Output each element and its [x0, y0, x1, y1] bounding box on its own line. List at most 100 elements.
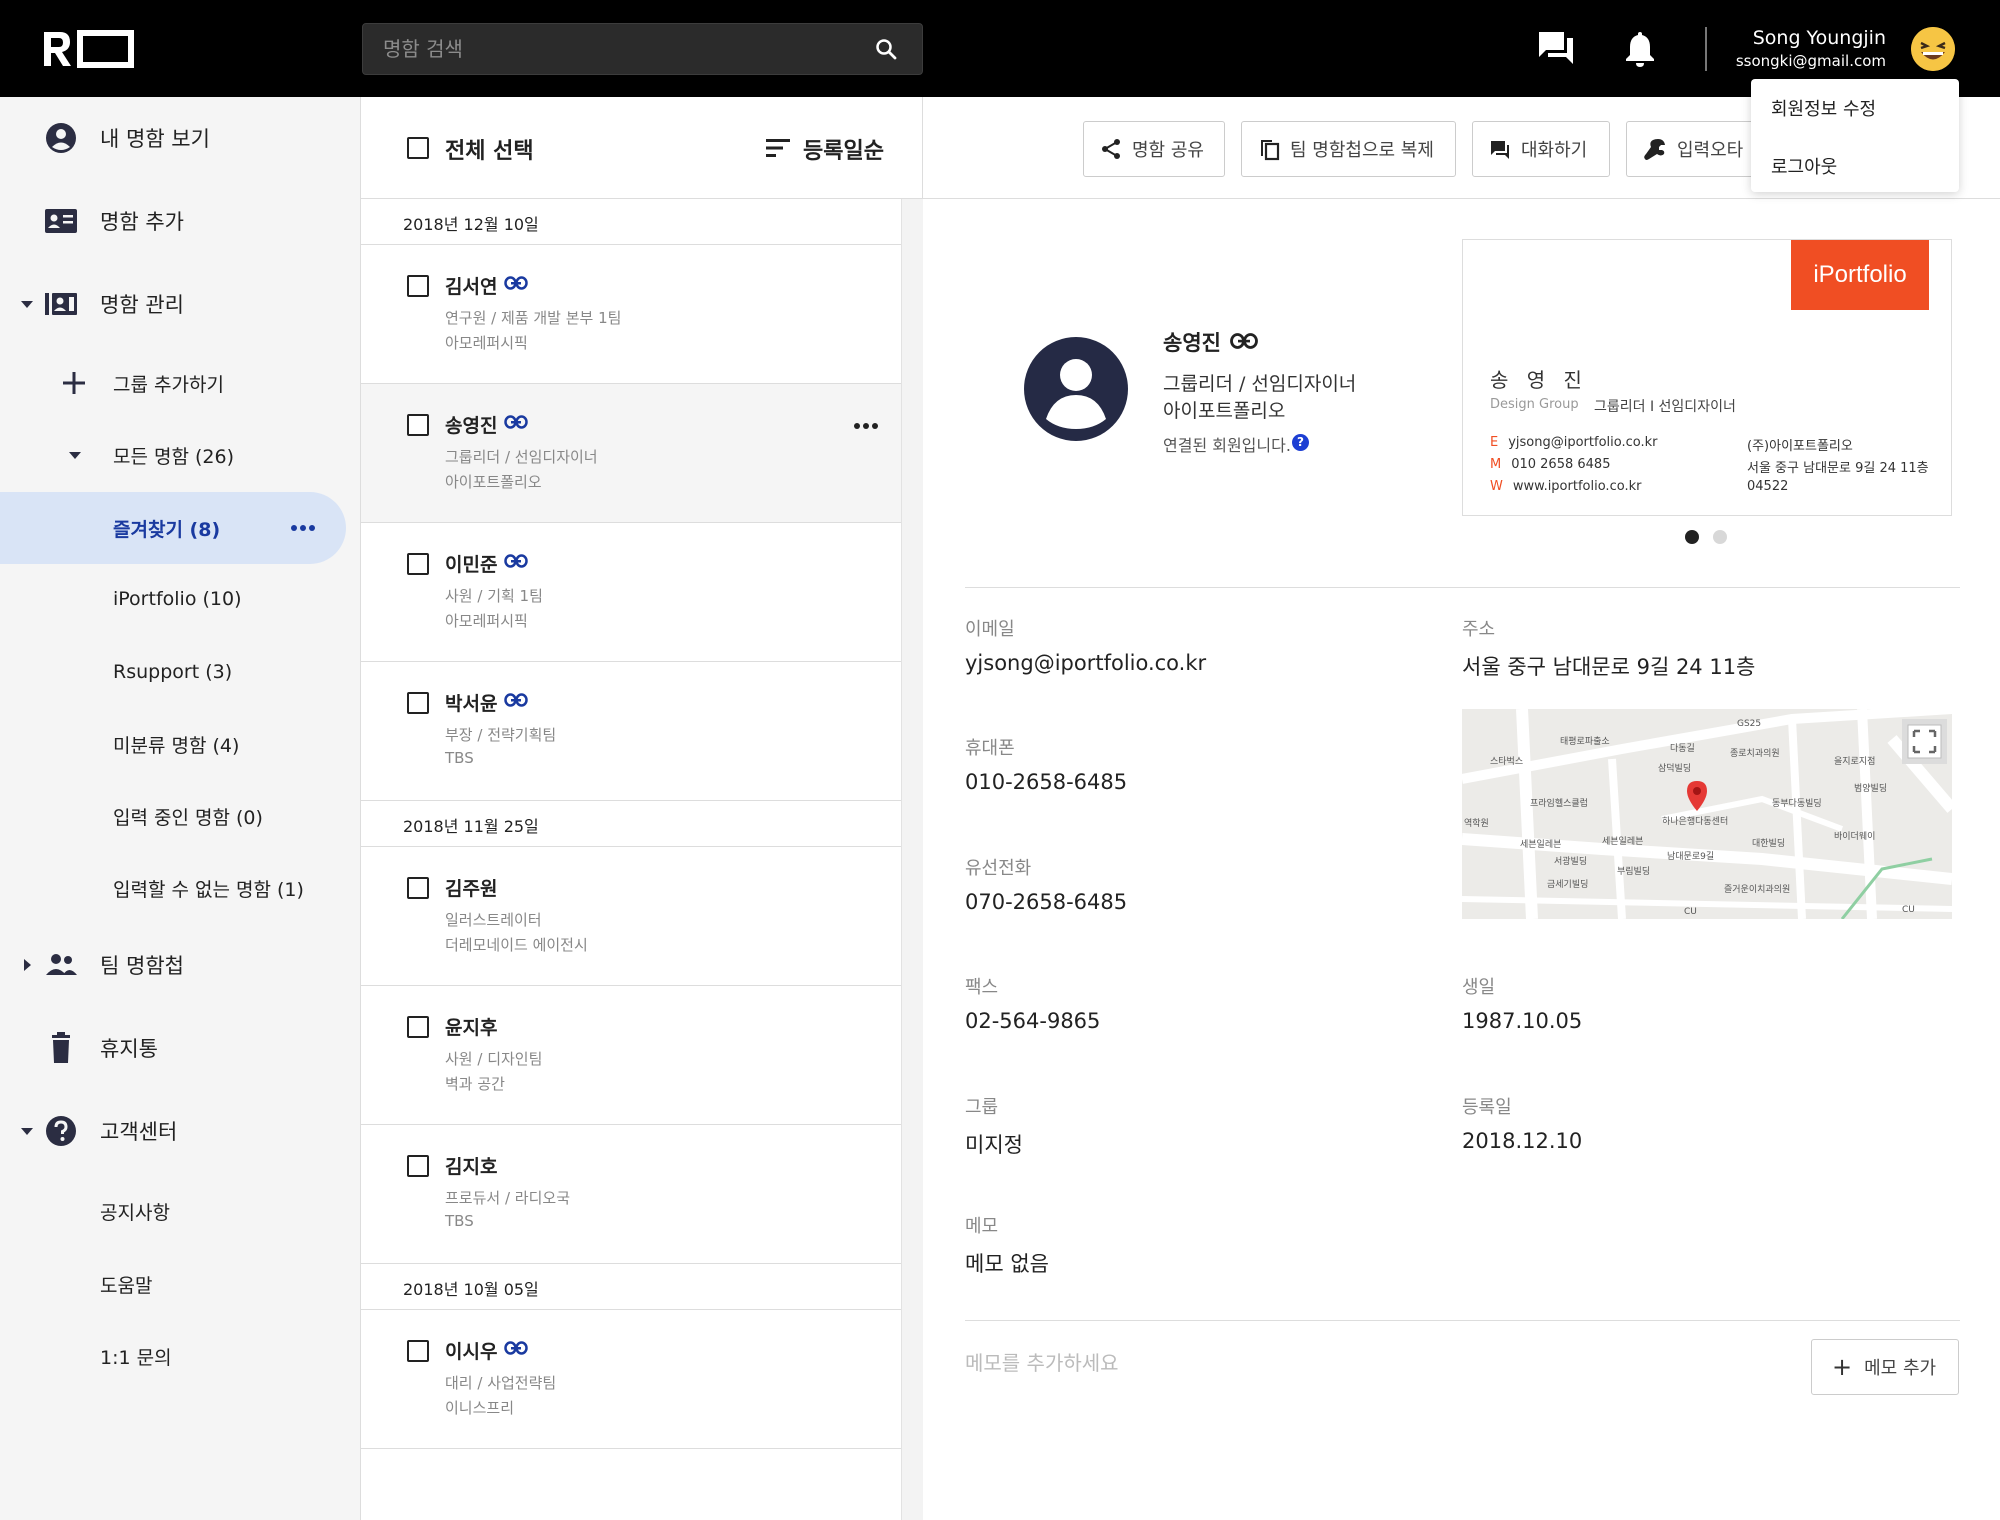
list-item[interactable]: 김서연 연구원 / 제품 개발 본부 1팀 아모레퍼시픽 [361, 245, 901, 384]
phone-label: 유선전화 [965, 858, 1032, 879]
contact-company: 더레모네이드 에이전시 [445, 936, 588, 954]
search-input[interactable] [383, 24, 863, 74]
sidebar-item-team[interactable]: 팀 명함첩 [0, 935, 360, 995]
avatar-emoji-icon[interactable] [1911, 27, 1955, 71]
app-logo-icon[interactable] [42, 30, 134, 68]
sidebar-item-inquiry[interactable]: 1:1 문의 [0, 1326, 360, 1386]
sort-icon[interactable] [764, 137, 792, 159]
caret-right-icon[interactable] [20, 958, 34, 972]
item-checkbox[interactable] [407, 692, 429, 714]
contact-company: TBS [445, 1212, 474, 1230]
user-name[interactable]: Song Youngjin [1753, 27, 1886, 49]
list-item[interactable]: 김주원 일러스트레이터 더레모네이드 에이전시 [361, 847, 901, 986]
sidebar-item-add-card[interactable]: 명함 추가 [0, 191, 360, 251]
team-people-icon [46, 954, 77, 975]
map-label: 종로치과의원 [1730, 747, 1780, 759]
sidebar-item-all-cards[interactable]: 모든 명함 (26) [0, 425, 360, 485]
address-map[interactable]: 태평로파출소 다동길 GS25 스타벅스 삼덕빌딩 종로치과의원 을지로지점 프… [1462, 709, 1952, 919]
sidebar-item-label: 1:1 문의 [100, 1346, 172, 1369]
divider [965, 587, 1960, 588]
map-label: 하나은행다동센터 [1662, 815, 1728, 827]
fax-value[interactable]: 02-564-9865 [965, 1009, 1100, 1033]
item-checkbox[interactable] [407, 275, 429, 297]
contact-company: 벽과 공간 [445, 1075, 505, 1093]
add-memo-button[interactable]: + 메모 추가 [1811, 1339, 1959, 1395]
map-graphic: 태평로파출소 다동길 GS25 스타벅스 삼덕빌딩 종로치과의원 을지로지점 프… [1462, 709, 1952, 919]
item-checkbox[interactable] [407, 1016, 429, 1038]
contact-name: 김주원 [445, 878, 498, 900]
regdate-value: 2018.12.10 [1462, 1129, 1583, 1153]
help-question-icon[interactable]: ? [1292, 434, 1309, 451]
more-options-icon[interactable] [290, 524, 316, 532]
email-value[interactable]: yjsong@iportfolio.co.kr [965, 651, 1206, 675]
item-checkbox[interactable] [407, 877, 429, 899]
caret-down-icon[interactable] [20, 297, 34, 311]
mobile-value[interactable]: 010-2658-6485 [965, 770, 1127, 794]
sidebar-item-group[interactable]: 입력 중인 명함 (0) [0, 786, 360, 846]
email-label: 이메일 [965, 619, 1015, 640]
search-icon[interactable] [874, 37, 898, 61]
map-label: 스타벅스 [1490, 756, 1523, 767]
list-item-selected[interactable]: 송영진 그룹리더 / 선임디자이너 아이포트폴리오 [361, 384, 901, 523]
business-card-image[interactable]: iPortfolio 송 영 진 Design Group 그룹리더 I 선임디… [1462, 239, 1952, 516]
sidebar-item-add-group[interactable]: 그룹 추가하기 [0, 353, 360, 413]
item-checkbox[interactable] [407, 553, 429, 575]
sidebar-item-label: 모든 명함 (26) [113, 445, 235, 468]
sort-label[interactable]: 등록일순 [803, 133, 884, 165]
sidebar-item-manage[interactable]: 명함 관리 [0, 274, 360, 334]
caret-down-icon[interactable] [68, 448, 82, 462]
report-typo-button[interactable]: 입력오타 [1626, 121, 1766, 177]
item-checkbox[interactable] [407, 414, 429, 436]
map-label: 부림빌딩 [1617, 865, 1650, 877]
sidebar-item-label: 명함 관리 [100, 293, 184, 317]
list-item[interactable]: 윤지후 사원 / 디자인팀 벽과 공간 [361, 986, 901, 1125]
sidebar-item-label: 명함 추가 [100, 210, 184, 234]
list-item[interactable]: 박서윤 부장 / 전략기획팀 TBS [361, 662, 901, 801]
contact-role: 연구원 / 제품 개발 본부 1팀 [445, 309, 622, 327]
list-scrollbar[interactable] [901, 199, 923, 1520]
profile-company: 아이포트폴리오 [1163, 400, 1286, 422]
caret-down-icon[interactable] [20, 1124, 34, 1138]
address-value[interactable]: 서울 중구 남대문로 9길 24 11층 [1462, 651, 1755, 681]
map-label: 을지로지점 [1834, 755, 1875, 767]
list-item[interactable]: 이시우 대리 / 사업전략팀 이니스프리 [361, 1310, 901, 1449]
contact-role: 그룹리더 / 선임디자이너 [445, 448, 598, 466]
sidebar-item-group[interactable]: 미분류 명함 (4) [0, 714, 360, 774]
sidebar-item-notice[interactable]: 공지사항 [0, 1181, 360, 1241]
chat-icon[interactable] [1536, 28, 1576, 68]
list-item[interactable]: 김지호 프로듀서 / 라디오국 TBS [361, 1125, 901, 1264]
sidebar-item-favorites[interactable]: 즐겨찾기 (8) [0, 492, 346, 564]
item-checkbox[interactable] [407, 1155, 429, 1177]
memo-input[interactable] [965, 1343, 1665, 1383]
logout-menu-item[interactable]: 로그아웃 [1771, 153, 1837, 179]
item-checkbox[interactable] [407, 1340, 429, 1362]
list-item[interactable]: 이민준 사원 / 기획 1팀 아모레퍼시픽 [361, 523, 901, 662]
group-value[interactable]: 미지정 [965, 1129, 1023, 1159]
phone-value[interactable]: 070-2658-6485 [965, 890, 1127, 914]
sidebar-item-help[interactable]: 도움말 [0, 1254, 360, 1314]
sidebar-item-group[interactable]: iPortfolio (10) [0, 569, 360, 629]
sidebar-item-group[interactable]: Rsupport (3) [0, 642, 360, 702]
notification-bell-icon[interactable] [1620, 28, 1660, 68]
carousel-dot-active[interactable] [1685, 530, 1699, 544]
sidebar-item-label: Rsupport (3) [113, 661, 233, 683]
sidebar-item-my-card[interactable]: 내 명함 보기 [0, 108, 360, 168]
copy-to-team-button[interactable]: 팀 명함첩으로 복제 [1241, 121, 1456, 177]
sidebar-item-support[interactable]: 고객센터 [0, 1101, 360, 1161]
user-email[interactable]: ssongki@gmail.com [1736, 52, 1886, 70]
sidebar-item-group[interactable]: 입력할 수 없는 명함 (1) [0, 858, 360, 918]
sidebar-item-trash[interactable]: 휴지통 [0, 1018, 360, 1078]
link-icon [1230, 333, 1258, 349]
contact-company: 아이포트폴리오 [445, 473, 542, 491]
carousel-dot[interactable] [1713, 530, 1727, 544]
edit-profile-menu-item[interactable]: 회원정보 수정 [1771, 95, 1876, 121]
sidebar-item-label: 공지사항 [100, 1201, 170, 1224]
select-all-checkbox[interactable] [407, 137, 429, 159]
chat-button[interactable]: 대화하기 [1472, 121, 1610, 177]
select-all-label[interactable]: 전체 선택 [445, 133, 534, 165]
date-header: 2018년 10월 05일 [361, 1264, 901, 1310]
more-options-icon[interactable] [853, 422, 879, 430]
contact-company: TBS [445, 749, 474, 767]
contact-role: 사원 / 기획 1팀 [445, 587, 543, 605]
share-button[interactable]: 명함 공유 [1083, 121, 1225, 177]
